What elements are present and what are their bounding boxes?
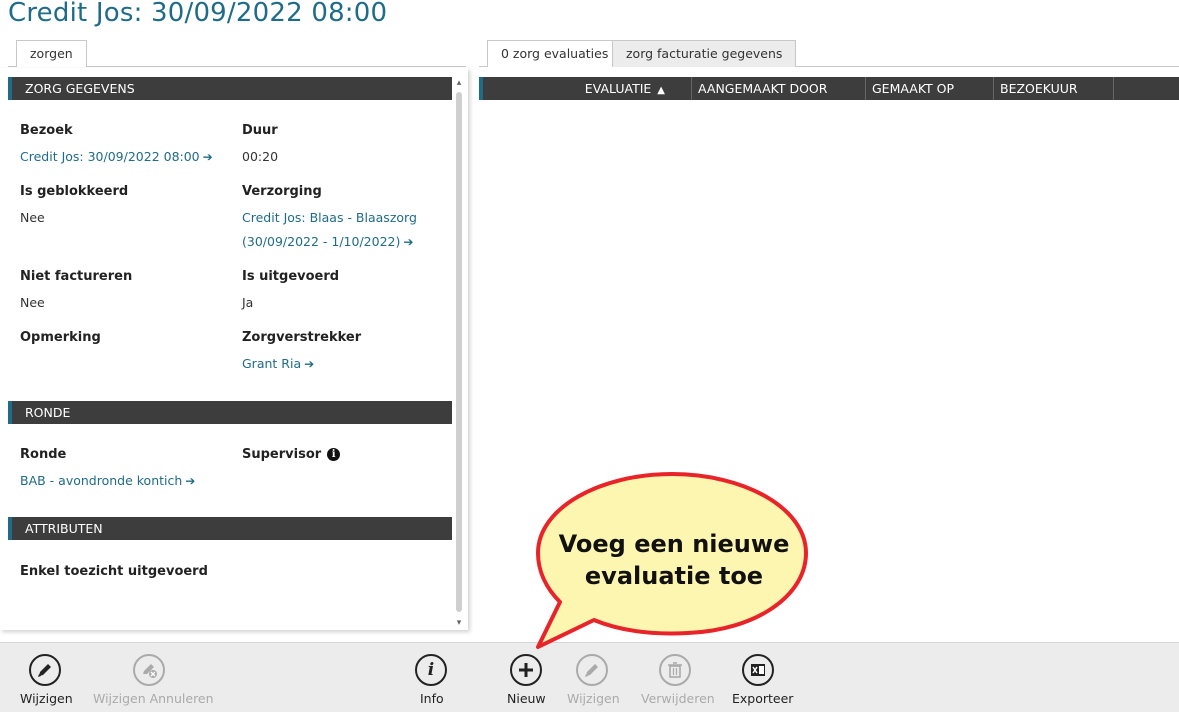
- zorgverstrekker-label: Zorgverstrekker: [242, 330, 362, 345]
- scroll-down-icon[interactable]: ▾: [454, 618, 464, 628]
- niet-factureren-value: Nee: [20, 295, 45, 310]
- scroll-thumb[interactable]: [456, 92, 462, 612]
- verzorging-label: Verzorging: [242, 184, 322, 199]
- tab-zorg-evaluaties[interactable]: 0 zorg evaluaties: [487, 40, 623, 67]
- arrow-right-icon: ➔: [202, 150, 213, 164]
- plus-icon: [510, 654, 542, 686]
- supervisor-label: Supervisor: [242, 447, 322, 462]
- page: Credit Jos: 30/09/2022 08:00 zorgen 0 zo…: [0, 0, 1179, 712]
- column-header-evaluatie[interactable]: EVALUATIE ▲: [483, 77, 692, 100]
- section-header-zorg-gegevens: ZORG GEGEVENS: [8, 77, 452, 100]
- section-header-attributen: ATTRIBUTEN: [8, 517, 452, 540]
- column-header-aangemaakt-door[interactable]: AANGEMAAKT DOOR: [692, 77, 866, 100]
- tab-zorgen[interactable]: zorgen: [16, 40, 87, 67]
- verzorging-link[interactable]: Credit Jos: Blaas - Blaaszorg (30/09/202…: [242, 206, 417, 254]
- info-icon: i: [415, 654, 447, 686]
- wijzigen-annuleren-button[interactable]: Wijzigen Annuleren: [92, 643, 214, 712]
- tab-zorg-facturatie-gegevens[interactable]: zorg facturatie gegevens: [612, 40, 797, 67]
- callout-text: Voeg een nieuwe evaluatie toe: [558, 530, 790, 590]
- evaluaties-grid-header: EVALUATIE ▲ AANGEMAAKT DOOR GEMAAKT OP BE…: [479, 77, 1179, 100]
- excel-icon: [742, 654, 774, 686]
- arrow-right-icon: ➔: [403, 235, 414, 249]
- column-header-bezoekuur[interactable]: BEZOEKUUR: [994, 77, 1114, 100]
- arrow-right-icon: ➔: [304, 357, 315, 371]
- niet-factureren-label: Niet factureren: [20, 269, 133, 284]
- bezoek-link[interactable]: Credit Jos: 30/09/2022 08:00 ➔: [20, 145, 213, 169]
- right-tab-bar: 0 zorg evaluaties zorg facturatie gegeve…: [479, 40, 1179, 67]
- column-header-gemaakt-op[interactable]: GEMAAKT OP: [866, 77, 994, 100]
- info-icon[interactable]: i: [327, 448, 341, 461]
- zorg-details-panel: ZORG GEGEVENS Bezoek Credit Jos: 30/09/2…: [0, 68, 468, 630]
- cancel-edit-icon: [133, 654, 165, 686]
- geblokkeerd-label: Is geblokkeerd: [20, 184, 129, 199]
- bezoek-label: Bezoek: [20, 123, 73, 138]
- duur-value: 00:20: [242, 149, 279, 164]
- pencil-icon: [576, 654, 608, 686]
- geblokkeerd-value: Nee: [20, 210, 45, 225]
- verzorging-value-line2: (30/09/2022 - 1/10/2022): [242, 234, 401, 249]
- bezoek-value: Credit Jos: 30/09/2022 08:00: [20, 149, 200, 164]
- ronde-value: BAB - avondronde kontich: [20, 473, 183, 488]
- uitgevoerd-value: Ja: [242, 295, 254, 310]
- page-title: Credit Jos: 30/09/2022 08:00: [8, 0, 388, 28]
- supervisor-field: Supervisor i: [242, 447, 341, 462]
- verzorging-value-line1: Credit Jos: Blaas - Blaaszorg: [242, 210, 417, 225]
- scroll-up-icon[interactable]: ▴: [454, 78, 464, 88]
- wijzigen-button[interactable]: Wijzigen: [14, 643, 76, 712]
- arrow-right-icon: ➔: [185, 474, 196, 488]
- zorgverstrekker-link[interactable]: Grant Ria ➔: [242, 352, 314, 376]
- enkel-toezicht-label: Enkel toezicht uitgevoerd: [20, 564, 208, 579]
- section-header-ronde: RONDE: [8, 401, 452, 424]
- pencil-icon: [29, 654, 61, 686]
- info-button[interactable]: i Info: [412, 643, 450, 712]
- sort-ascending-icon: ▲: [657, 85, 665, 96]
- ronde-label: Ronde: [20, 447, 67, 462]
- zorgverstrekker-value: Grant Ria: [242, 356, 302, 371]
- ronde-link[interactable]: BAB - avondronde kontich ➔: [20, 469, 195, 493]
- opmerking-label: Opmerking: [20, 330, 101, 345]
- duur-label: Duur: [242, 123, 278, 138]
- left-panel-scrollbar[interactable]: ▴ ▾: [454, 78, 464, 630]
- left-tab-bar: zorgen: [8, 40, 466, 67]
- uitgevoerd-label: Is uitgevoerd: [242, 269, 340, 284]
- trash-icon: [659, 654, 691, 686]
